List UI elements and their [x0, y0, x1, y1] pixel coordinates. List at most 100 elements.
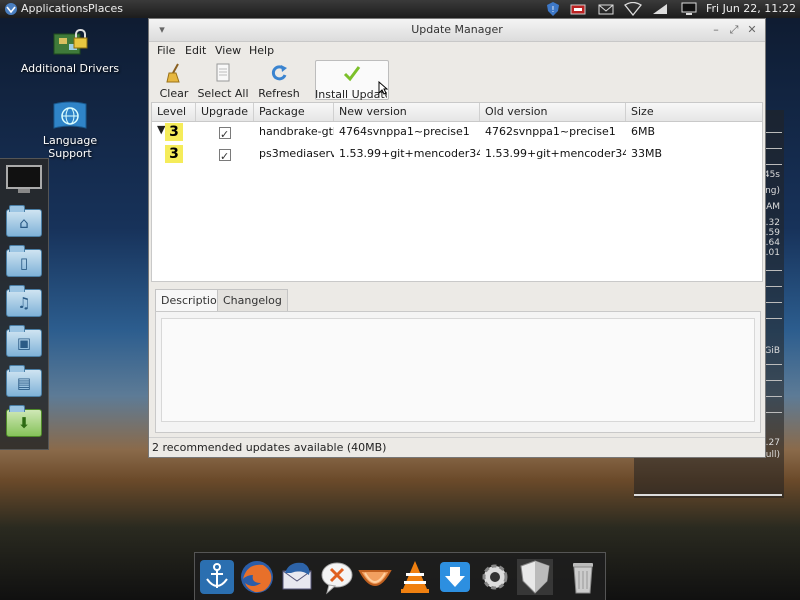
keyboard-layout-icon[interactable] [570, 2, 586, 16]
chip-lock-icon [52, 26, 88, 62]
desktop-icon-language-support[interactable]: Language Support [20, 100, 120, 160]
volume-icon[interactable] [652, 2, 667, 16]
monitor-value: 45s [763, 170, 780, 180]
pictures-folder-icon[interactable]: ▣ [6, 325, 42, 357]
trash-icon[interactable] [565, 559, 601, 595]
table-row[interactable]: 3 handbrake-gtk 4764svnppa1~precise1 476… [152, 121, 762, 143]
monitor-value: .64 [765, 238, 780, 248]
monitor-value: AM [766, 202, 780, 212]
description-panel [155, 311, 761, 433]
window-menu-icon[interactable]: ▾ [155, 19, 169, 41]
level-cell: 3 [152, 121, 196, 143]
minimize-icon[interactable]: – [709, 19, 723, 41]
level-badge: 3 [165, 123, 183, 141]
refresh-button-label: Refresh [258, 87, 300, 100]
monitor-value: .01 [765, 248, 780, 258]
desktop-icon-label: Additional Drivers [20, 62, 120, 75]
home-folder-icon[interactable]: ⌂ [6, 205, 42, 237]
close-icon[interactable]: ✕ [745, 19, 759, 41]
videos-folder-icon[interactable]: ▤ [6, 365, 42, 397]
broom-icon [166, 63, 180, 83]
desktop-icon-additional-drivers[interactable]: Additional Drivers [20, 26, 120, 75]
install-updates-button[interactable]: Install Updates [315, 60, 389, 101]
mail-icon[interactable] [598, 2, 614, 16]
monitor-value: ng) [765, 186, 780, 196]
clear-button-label: Clear [159, 87, 189, 100]
bottom-dock [194, 552, 606, 600]
status-bar: 2 recommended updates available (40MB) [149, 437, 765, 457]
refresh-icon [271, 65, 287, 81]
shield-update-icon[interactable]: ! [546, 2, 560, 16]
new-version-cell: 1.53.99+git+mencoder34587-4 [339, 147, 480, 160]
window-title: Update Manager [411, 23, 503, 36]
music-folder-icon[interactable]: ♫ [6, 285, 42, 317]
document-icon [216, 63, 230, 82]
upgrade-checkbox[interactable] [219, 146, 231, 165]
updates-table: Level ▼ Upgrade Package New version Old … [151, 102, 763, 282]
tab-changelog[interactable]: Changelog [217, 289, 288, 312]
documents-folder-icon[interactable]: ▯ [6, 245, 42, 277]
select-all-button-label: Select All [197, 87, 249, 100]
wifi-icon[interactable] [624, 1, 642, 17]
menu-view[interactable]: View [215, 44, 241, 57]
update-manager-window: ▾ Update Manager – ⤢ ✕ File Edit View He… [148, 18, 766, 458]
table-row[interactable]: 3 ps3mediaserver 1.53.99+git+mencoder345… [152, 143, 762, 165]
column-level-label: Level [157, 105, 187, 118]
monitor-value: .32 [765, 218, 780, 228]
chat-icon[interactable] [319, 559, 355, 595]
size-cell: 33MB [631, 147, 663, 160]
applications-menu[interactable]: Applications [21, 0, 88, 18]
menu-file[interactable]: File [157, 44, 175, 57]
column-size[interactable]: Size [626, 103, 762, 121]
column-package[interactable]: Package [254, 103, 334, 121]
column-level[interactable]: Level ▼ [152, 103, 196, 136]
settings-gear-icon[interactable] [477, 559, 513, 595]
upgrade-checkbox[interactable] [219, 124, 231, 143]
applications-menu-icon[interactable] [4, 0, 18, 22]
firefox-icon[interactable] [239, 559, 275, 595]
column-upgrade[interactable]: Upgrade [196, 103, 254, 121]
size-cell: 6MB [631, 125, 656, 138]
menu-help[interactable]: Help [249, 44, 274, 57]
melon-icon[interactable] [357, 559, 393, 595]
downloads-folder-icon[interactable]: ⬇ [6, 405, 42, 437]
old-version-cell: 1.53.99+git+mencoder34587-3 [485, 147, 626, 160]
refresh-button[interactable]: Refresh [257, 60, 301, 100]
mouse-cursor-icon [378, 81, 388, 95]
install-updates-button-label: Install Updates [315, 88, 387, 101]
monitor-value: .27 [765, 438, 780, 448]
description-text-area[interactable] [161, 318, 755, 422]
table-header: Level ▼ Upgrade Package New version Old … [152, 103, 762, 136]
window-titlebar[interactable]: ▾ Update Manager – ⤢ ✕ [149, 19, 765, 42]
menu-edit[interactable]: Edit [185, 44, 206, 57]
menu-bar: File Edit View Help [149, 42, 765, 60]
maximize-icon[interactable]: ⤢ [727, 19, 741, 41]
package-cell: handbrake-gtk [259, 125, 334, 138]
monitor-value: GiB [764, 346, 780, 356]
desktop-icon-label: Language Support [42, 134, 98, 160]
select-all-button[interactable]: Select All [197, 60, 249, 100]
checkmark-icon [343, 66, 361, 82]
column-old-version[interactable]: Old version [480, 103, 626, 121]
old-version-cell: 4762svnppa1~precise1 [485, 125, 616, 138]
upgrade-cell [196, 143, 254, 165]
globe-flag-icon [52, 100, 88, 134]
desktop-monitor-icon[interactable] [6, 163, 42, 195]
svg-text:!: ! [551, 5, 554, 14]
monitor-value: .59 [765, 228, 780, 238]
thunderbird-icon[interactable] [279, 559, 315, 595]
places-menu[interactable]: Places [88, 0, 123, 18]
vlc-icon[interactable] [397, 559, 433, 595]
anchor-icon[interactable] [199, 559, 235, 595]
display-icon[interactable] [681, 2, 697, 16]
clear-button[interactable]: Clear [155, 60, 193, 100]
top-panel: Applications Places ! Fri Jun 22, 11:22 … [0, 0, 800, 33]
new-version-cell: 4764svnppa1~precise1 [339, 125, 470, 138]
monitor-rule [634, 494, 782, 496]
package-cell: ps3mediaserver [259, 147, 334, 160]
shield-icon[interactable] [517, 559, 553, 595]
download-icon[interactable] [437, 559, 473, 595]
toolbar: Clear Select All Refresh Install Updates [149, 60, 765, 101]
column-new-version[interactable]: New version [334, 103, 480, 121]
upgrade-cell [196, 121, 254, 143]
